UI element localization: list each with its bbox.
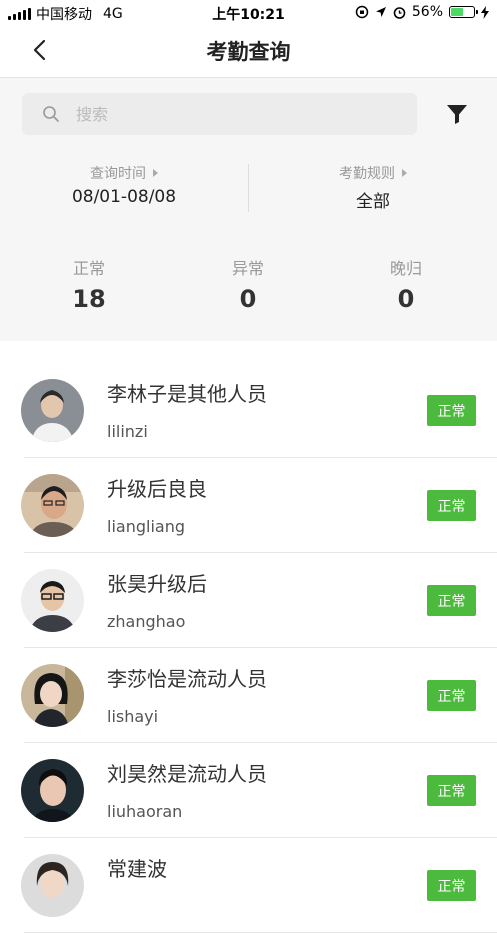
person-pinyin: liuhaoran: [107, 802, 183, 821]
location-icon: [375, 7, 386, 17]
status-bar: 中国移动 4G 上午10:21 56%: [0, 0, 497, 26]
stat-normal-count: 18: [72, 285, 106, 313]
status-badge: 正常: [427, 870, 476, 901]
caret-right-icon: [153, 169, 158, 177]
filter-funnel-icon[interactable]: [445, 102, 469, 126]
list-item[interactable]: 李莎怡是流动人员 lishayi 正常: [0, 648, 497, 743]
stat-late-return[interactable]: 晚归 0: [346, 255, 466, 313]
status-badge: 正常: [427, 680, 476, 711]
attendance-rule-value: 全部: [356, 192, 390, 212]
list-item[interactable]: 升级后良良 liangliang 正常: [0, 458, 497, 553]
search-bar[interactable]: [22, 93, 417, 135]
battery-icon: [449, 6, 478, 18]
person-name: 李莎怡是流动人员: [107, 667, 267, 691]
person-name: 升级后良良: [107, 477, 207, 501]
search-input[interactable]: [74, 103, 358, 125]
people-list: 李林子是其他人员 lilinzi 正常 升级后良良 liangliang 正常 …: [0, 363, 497, 933]
avatar: [21, 664, 84, 727]
list-item[interactable]: 张昊升级后 zhanghao 正常: [0, 553, 497, 648]
charging-icon: [481, 5, 489, 19]
query-time-value: 08/01-08/08: [71, 187, 177, 207]
status-badge: 正常: [427, 490, 476, 521]
query-time-label: 查询时间: [90, 166, 146, 182]
list-item[interactable]: 李林子是其他人员 lilinzi 正常: [0, 363, 497, 458]
stat-late-return-label: 晚归: [389, 259, 422, 278]
person-pinyin: liangliang: [107, 517, 185, 536]
status-badge: 正常: [427, 775, 476, 806]
status-badge: 正常: [427, 395, 476, 426]
filter-panel: 查询时间 08/01-08/08 考勤规则 全部 正常 18 异常 0 晚归 0: [0, 78, 497, 341]
avatar: [21, 569, 84, 632]
attendance-rule-label: 考勤规则: [339, 166, 395, 182]
stat-late-return-count: 0: [397, 285, 415, 313]
rotation-lock-icon: [355, 5, 369, 19]
stat-normal[interactable]: 正常 18: [29, 255, 149, 313]
avatar: [21, 379, 84, 442]
avatar: [21, 474, 84, 537]
battery-percent: 56%: [411, 4, 443, 20]
person-pinyin: lishayi: [107, 707, 159, 726]
attendance-rule-selector[interactable]: 考勤规则 全部: [249, 163, 497, 212]
attendance-rule-label-wrap: 考勤规则: [249, 163, 497, 183]
person-name: 常建波: [107, 857, 167, 881]
person-pinyin: zhanghao: [107, 612, 186, 631]
alarm-icon: [393, 6, 406, 19]
stat-abnormal[interactable]: 异常 0: [188, 255, 308, 313]
person-pinyin: lilinzi: [107, 422, 148, 441]
page-title: 考勤查询: [206, 40, 291, 64]
list-item[interactable]: 常建波 正常: [0, 838, 497, 933]
status-badge: 正常: [427, 585, 476, 616]
avatar: [21, 854, 84, 917]
person-name: 李林子是其他人员: [107, 382, 267, 406]
query-time-label-wrap: 查询时间: [0, 163, 248, 183]
search-icon: [43, 106, 59, 122]
query-time-selector[interactable]: 查询时间 08/01-08/08: [0, 163, 248, 207]
stat-abnormal-label: 异常: [231, 259, 264, 278]
stat-abnormal-count: 0: [239, 285, 257, 313]
person-name: 刘昊然是流动人员: [107, 762, 267, 786]
status-right: 56%: [355, 4, 489, 20]
caret-right-icon: [402, 169, 407, 177]
nav-bar: 考勤查询: [0, 26, 497, 78]
query-divider: [248, 164, 249, 212]
person-name: 张昊升级后: [107, 572, 207, 596]
list-item[interactable]: 刘昊然是流动人员 liuhaoran 正常: [0, 743, 497, 838]
stat-normal-label: 正常: [72, 259, 105, 278]
avatar: [21, 759, 84, 822]
